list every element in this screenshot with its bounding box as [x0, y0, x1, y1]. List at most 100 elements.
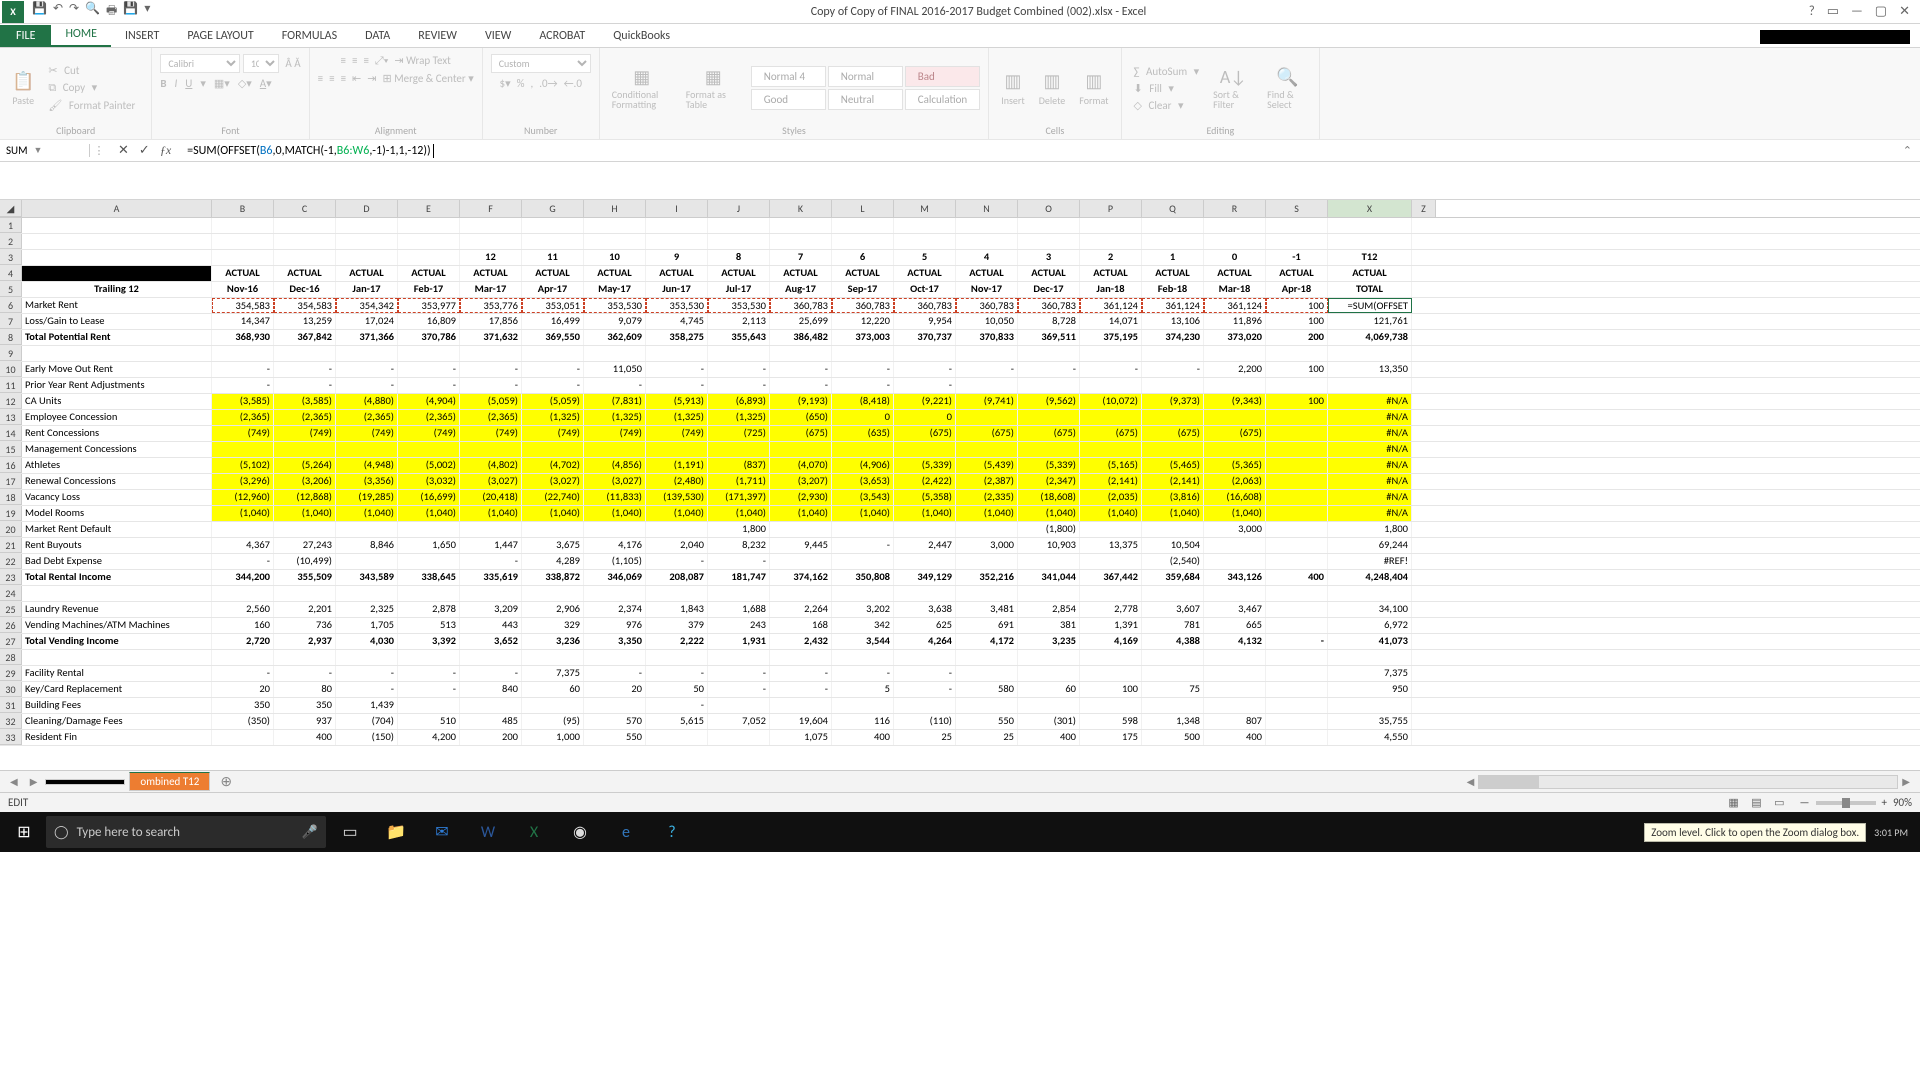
row-header[interactable]: 24 [0, 586, 22, 601]
data-cell[interactable] [398, 442, 460, 457]
data-cell[interactable] [770, 650, 832, 665]
data-cell[interactable]: - [522, 362, 584, 377]
font-color-button[interactable]: A▾ [260, 77, 272, 90]
conditional-formatting-button[interactable]: ▦Conditional Formatting [608, 64, 676, 112]
data-cell[interactable]: 807 [1204, 714, 1266, 729]
data-cell[interactable] [956, 410, 1018, 425]
data-cell[interactable] [336, 234, 398, 249]
merge-center-button[interactable]: ⊞ Merge & Center ▾ [382, 72, 473, 85]
data-cell[interactable]: (9,741) [956, 394, 1018, 409]
data-cell[interactable] [646, 586, 708, 601]
data-cell[interactable] [584, 234, 646, 249]
data-cell[interactable]: - [274, 362, 336, 377]
data-cell[interactable]: 2,040 [646, 538, 708, 553]
data-cell[interactable] [1080, 666, 1142, 681]
data-cell[interactable]: 4,169 [1080, 634, 1142, 649]
data-cell[interactable] [832, 218, 894, 233]
data-cell[interactable]: (3,356) [336, 474, 398, 489]
data-cell[interactable] [212, 442, 274, 457]
data-cell[interactable]: #REF! [1328, 554, 1412, 569]
data-cell[interactable]: 2,937 [274, 634, 336, 649]
data-cell[interactable]: (2,035) [1080, 490, 1142, 505]
data-cell[interactable]: 0 [832, 410, 894, 425]
data-cell[interactable]: #N/A [1328, 474, 1412, 489]
row-header[interactable]: 9 [0, 346, 22, 361]
data-cell[interactable]: (139,530) [646, 490, 708, 505]
data-cell[interactable]: 3,392 [398, 634, 460, 649]
data-cell[interactable]: (5,339) [894, 458, 956, 473]
data-cell[interactable]: 13,259 [274, 314, 336, 329]
data-cell[interactable] [1328, 698, 1412, 713]
col-header-F[interactable]: F [460, 200, 522, 217]
data-cell[interactable]: (3,207) [770, 474, 832, 489]
data-cell[interactable]: (150) [336, 730, 398, 745]
data-cell[interactable]: 1,447 [460, 538, 522, 553]
data-cell[interactable] [708, 730, 770, 745]
data-cell[interactable]: 2,720 [212, 634, 274, 649]
row-label[interactable] [22, 234, 212, 249]
data-cell[interactable]: (749) [398, 426, 460, 441]
data-cell[interactable]: 386,482 [770, 330, 832, 345]
data-cell[interactable]: 13,350 [1328, 362, 1412, 377]
row-header[interactable]: 2 [0, 234, 22, 249]
data-cell[interactable]: ACTUAL [212, 266, 274, 281]
data-cell[interactable]: (3,296) [212, 474, 274, 489]
data-cell[interactable] [770, 346, 832, 361]
data-cell[interactable] [1266, 474, 1328, 489]
data-cell[interactable]: 8,232 [708, 538, 770, 553]
data-cell[interactable]: 840 [460, 682, 522, 697]
data-cell[interactable]: - [336, 666, 398, 681]
qat-preview-icon[interactable]: 🔍 [85, 1, 100, 22]
data-cell[interactable] [212, 250, 274, 265]
data-cell[interactable]: (3,543) [832, 490, 894, 505]
align-bot-icon[interactable]: ≡ [363, 54, 368, 68]
data-cell[interactable]: ACTUAL [1018, 266, 1080, 281]
data-cell[interactable] [1266, 506, 1328, 521]
data-cell[interactable]: (4,906) [832, 458, 894, 473]
data-cell[interactable]: 4,200 [398, 730, 460, 745]
data-cell[interactable]: 200 [1266, 330, 1328, 345]
data-cell[interactable]: 1,843 [646, 602, 708, 617]
data-cell[interactable]: ACTUAL [274, 266, 336, 281]
clear-button[interactable]: ◇ Clear ▾ [1130, 98, 1204, 113]
data-cell[interactable]: 360,783 [770, 298, 832, 313]
data-cell[interactable]: 2,374 [584, 602, 646, 617]
data-cell[interactable]: (1,191) [646, 458, 708, 473]
align-mid-icon[interactable]: ≡ [352, 54, 357, 68]
autosum-button[interactable]: ∑ AutoSum ▾ [1130, 64, 1204, 79]
data-cell[interactable] [770, 698, 832, 713]
row-header[interactable]: 18 [0, 490, 22, 505]
data-cell[interactable]: 4,172 [956, 634, 1018, 649]
data-cell[interactable] [584, 346, 646, 361]
data-cell[interactable]: 371,632 [460, 330, 522, 345]
row-label[interactable]: Resident Fin [22, 730, 212, 745]
data-cell[interactable]: 27,243 [274, 538, 336, 553]
data-cell[interactable]: - [336, 682, 398, 697]
data-cell[interactable]: - [646, 666, 708, 681]
data-cell[interactable] [894, 650, 956, 665]
row-header[interactable]: 4 [0, 266, 22, 281]
data-cell[interactable]: (9,343) [1204, 394, 1266, 409]
data-cell[interactable]: - [336, 378, 398, 393]
data-cell[interactable]: 5 [832, 682, 894, 697]
data-cell[interactable] [522, 586, 584, 601]
data-cell[interactable] [1080, 346, 1142, 361]
data-cell[interactable]: 5,615 [646, 714, 708, 729]
data-cell[interactable]: 3,607 [1142, 602, 1204, 617]
data-cell[interactable] [522, 650, 584, 665]
data-cell[interactable]: 7,375 [1328, 666, 1412, 681]
data-cell[interactable]: (9,373) [1142, 394, 1204, 409]
data-cell[interactable]: 400 [1018, 730, 1080, 745]
data-cell[interactable] [1018, 442, 1080, 457]
data-cell[interactable]: 75 [1142, 682, 1204, 697]
data-cell[interactable]: 950 [1328, 682, 1412, 697]
row-header[interactable]: 21 [0, 538, 22, 553]
data-cell[interactable]: 338,872 [522, 570, 584, 585]
data-cell[interactable]: (2,930) [770, 490, 832, 505]
data-cell[interactable] [1266, 730, 1328, 745]
hscroll-right-icon[interactable]: ▶ [1898, 775, 1914, 789]
data-cell[interactable]: ACTUAL [832, 266, 894, 281]
data-cell[interactable] [584, 522, 646, 537]
data-cell[interactable]: (650) [770, 410, 832, 425]
data-cell[interactable]: 4 [956, 250, 1018, 265]
